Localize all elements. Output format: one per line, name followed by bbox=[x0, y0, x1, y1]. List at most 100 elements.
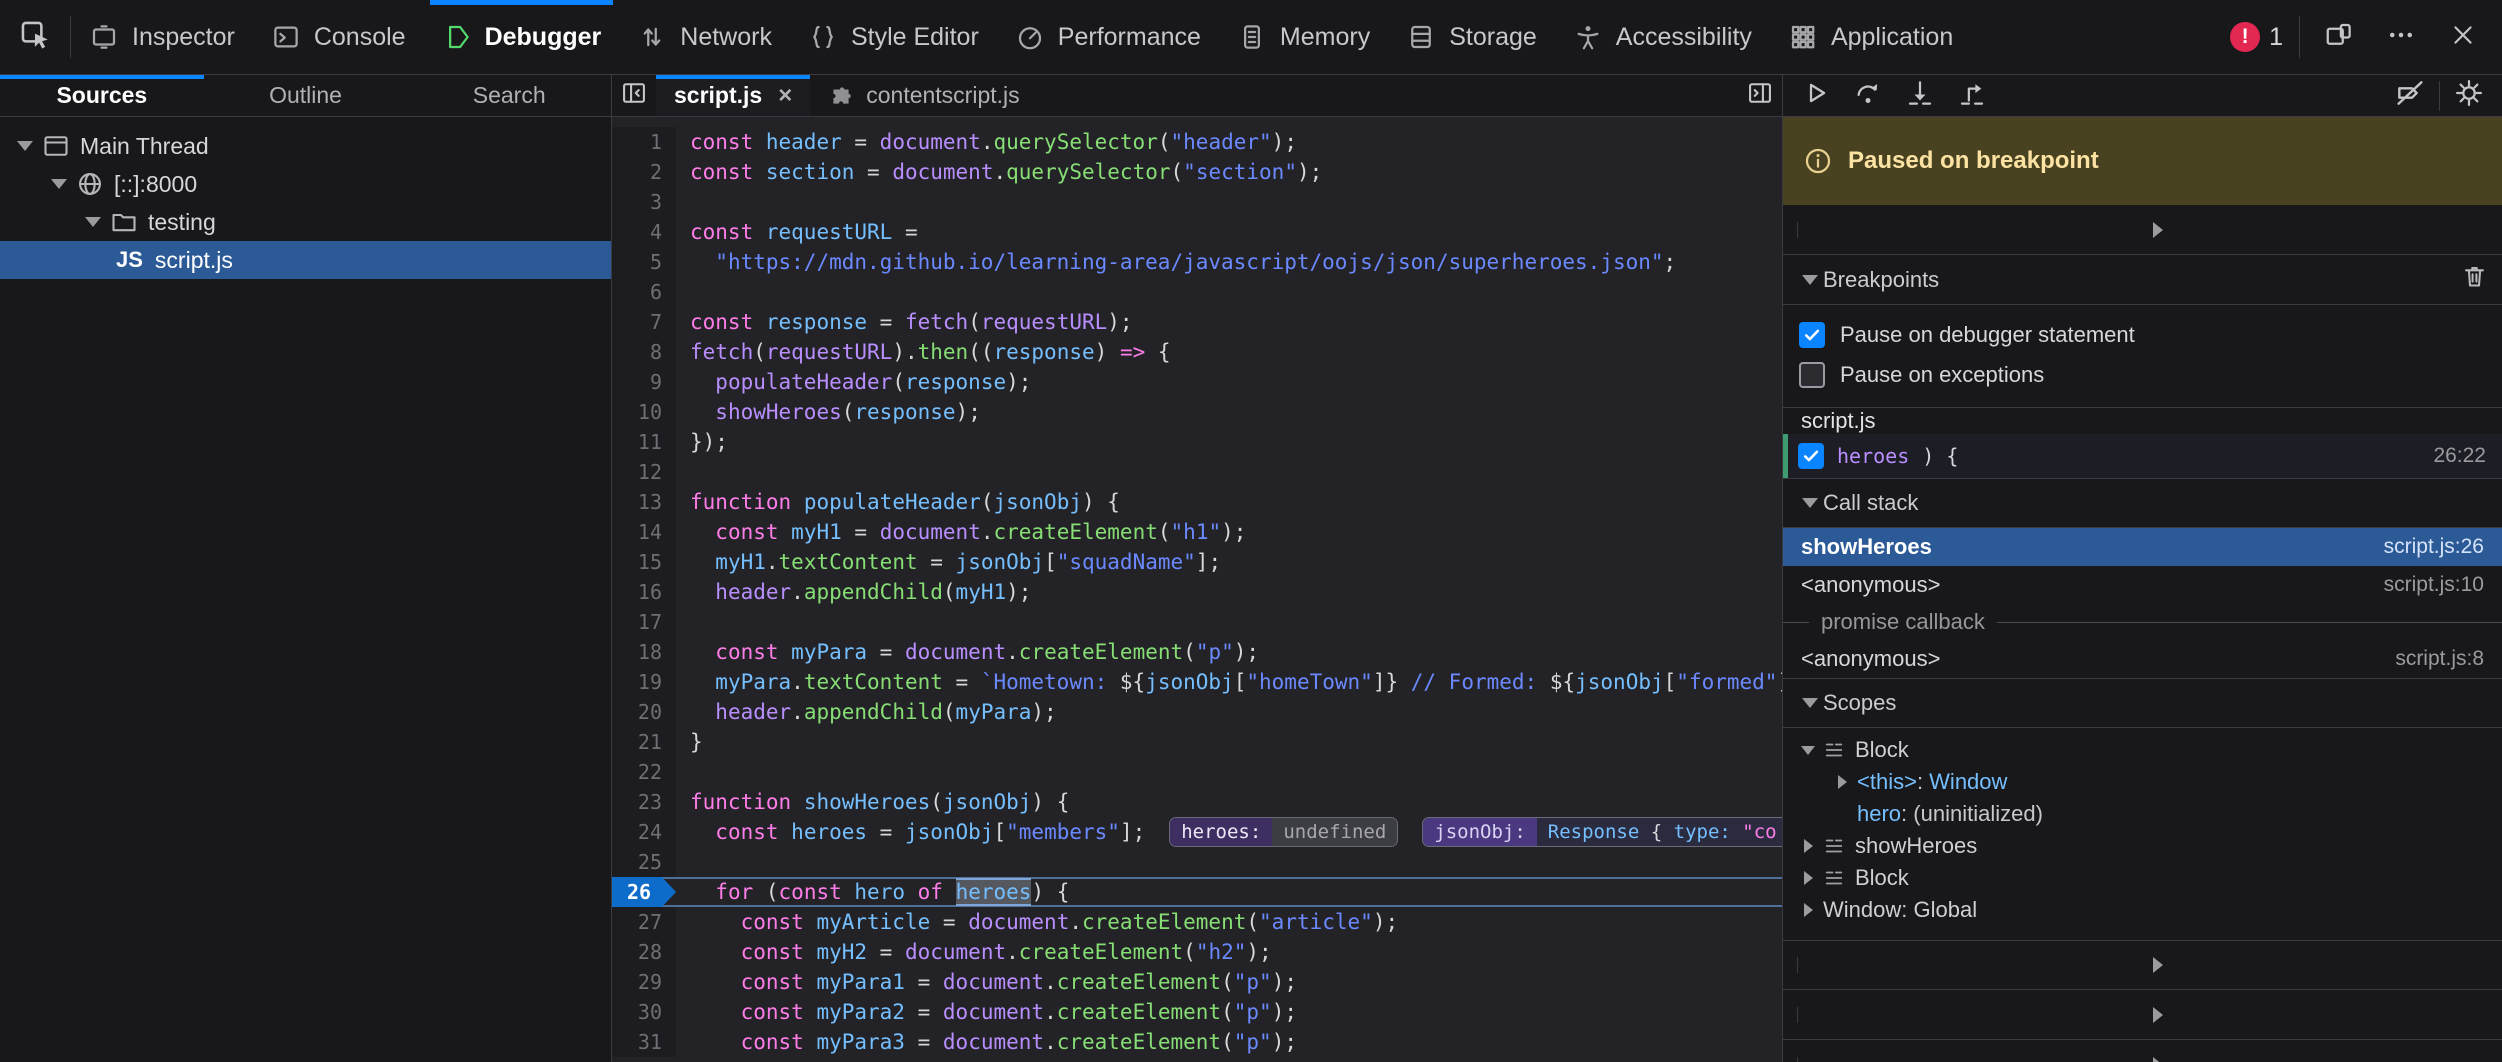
line-number[interactable]: 3 bbox=[612, 187, 676, 217]
resume-button[interactable] bbox=[1793, 77, 1839, 115]
tab-storage[interactable]: Storage bbox=[1388, 0, 1555, 74]
panel-tab-search[interactable]: Search bbox=[407, 75, 611, 116]
tab-debugger[interactable]: Debugger bbox=[424, 0, 620, 74]
line-number[interactable]: 22 bbox=[612, 757, 676, 787]
line-number[interactable]: 23 bbox=[612, 787, 676, 817]
inline-preview-pill[interactable]: heroes:undefined bbox=[1169, 817, 1398, 847]
code-token: ( bbox=[943, 580, 956, 604]
error-count-badge[interactable]: ! 1 bbox=[2230, 22, 2283, 52]
scope-node-hero[interactable]: hero: (uninitialized) bbox=[1783, 798, 2502, 830]
checkbox-checked[interactable] bbox=[1799, 322, 1825, 348]
line-number[interactable]: 8 bbox=[612, 337, 676, 367]
line-number[interactable]: 20 bbox=[612, 697, 676, 727]
tree-item-8000[interactable]: [::]:8000 bbox=[0, 165, 611, 203]
step-out-button[interactable] bbox=[1949, 77, 1995, 115]
expand-right-panel-button[interactable] bbox=[1738, 75, 1782, 116]
responsive-design-mode-button[interactable] bbox=[2316, 14, 2362, 60]
line-number[interactable]: 14 bbox=[612, 517, 676, 547]
line-number[interactable]: 6 bbox=[612, 277, 676, 307]
breakpoints-header[interactable]: Breakpoints bbox=[1783, 255, 2502, 305]
twisty-icon[interactable] bbox=[1793, 746, 1823, 755]
line-number[interactable]: 5 bbox=[612, 247, 676, 277]
line-number[interactable]: 1 bbox=[612, 127, 676, 157]
line-number[interactable]: 9 bbox=[612, 367, 676, 397]
twisty-icon[interactable] bbox=[80, 217, 106, 227]
checkbox-unchecked[interactable] bbox=[1799, 362, 1825, 388]
code-token: ( bbox=[1246, 910, 1259, 934]
line-number[interactable]: 12 bbox=[612, 457, 676, 487]
breakpoint-item[interactable]: heroes) {26:22 bbox=[1783, 434, 2502, 478]
line-number[interactable]: 7 bbox=[612, 307, 676, 337]
call-stack-frame-showheroes[interactable]: showHeroesscript.js:26 bbox=[1783, 528, 2502, 566]
twisty-icon[interactable] bbox=[1827, 775, 1857, 789]
line-number[interactable]: 27 bbox=[612, 907, 676, 937]
option-pause-on-exceptions[interactable]: Pause on exceptions bbox=[1783, 355, 2502, 395]
meatball-menu-button[interactable] bbox=[2378, 14, 2424, 60]
tab-style-editor[interactable]: Style Editor bbox=[790, 0, 997, 74]
line-number[interactable]: 29 bbox=[612, 967, 676, 997]
close-devtools-button[interactable] bbox=[2440, 14, 2486, 60]
inline-preview-pill[interactable]: jsonObj:Response { type: "co bbox=[1422, 817, 1782, 847]
editor-tab-contentscript-js[interactable]: contentscript.js bbox=[810, 75, 1037, 116]
disable-breakpoints-button[interactable] bbox=[2387, 77, 2433, 115]
debugger-settings-button[interactable] bbox=[2446, 77, 2492, 115]
line-number[interactable]: 16 bbox=[612, 577, 676, 607]
panel-tab-sources[interactable]: Sources bbox=[0, 75, 204, 116]
tree-item-main-thread[interactable]: Main Thread bbox=[0, 127, 611, 165]
line-number[interactable]: 28 bbox=[612, 937, 676, 967]
tab-application[interactable]: Application bbox=[1770, 0, 1971, 74]
option-pause-on-debugger-statement[interactable]: Pause on debugger statement bbox=[1783, 315, 2502, 355]
scope-node-showheroes[interactable]: showHeroes bbox=[1783, 830, 2502, 862]
line-number[interactable]: 25 bbox=[612, 847, 676, 877]
scope-node-block[interactable]: Block bbox=[1783, 734, 2502, 766]
twisty-icon[interactable] bbox=[1793, 903, 1823, 917]
close-tab-icon[interactable]: × bbox=[778, 82, 792, 110]
line-number[interactable]: 30 bbox=[612, 997, 676, 1027]
twisty-icon[interactable] bbox=[1793, 839, 1823, 853]
dom-mutation-breakpoints-header[interactable]: DOM Mutation Breakpoints bbox=[1783, 1040, 2502, 1062]
editor-tab-script-js[interactable]: script.js× bbox=[656, 75, 810, 116]
twisty-icon[interactable] bbox=[12, 141, 38, 151]
tab-memory[interactable]: Memory bbox=[1219, 0, 1388, 74]
call-stack-frame-anonymous[interactable]: <anonymous>script.js:8 bbox=[1783, 640, 2502, 678]
scope-node-window[interactable]: Window: Global bbox=[1783, 894, 2502, 926]
call-stack-header[interactable]: Call stack bbox=[1783, 478, 2502, 528]
tab-network[interactable]: Network bbox=[619, 0, 790, 74]
line-number[interactable]: 13 bbox=[612, 487, 676, 517]
panel-tab-outline[interactable]: Outline bbox=[204, 75, 408, 116]
line-number[interactable]: 17 bbox=[612, 607, 676, 637]
scope-node-this[interactable]: <this>: Window bbox=[1783, 766, 2502, 798]
paused-line-marker[interactable]: 26 bbox=[612, 877, 676, 907]
line-number[interactable]: 18 bbox=[612, 637, 676, 667]
watch-expressions-header[interactable]: Watch expressions bbox=[1783, 205, 2502, 255]
line-number[interactable]: 10 bbox=[612, 397, 676, 427]
breakpoint-checkbox[interactable] bbox=[1798, 443, 1824, 469]
line-number[interactable]: 15 bbox=[612, 547, 676, 577]
event-listener-breakpoints-header[interactable]: Event Listener Breakpoints Log bbox=[1783, 990, 2502, 1040]
line-number[interactable]: 31 bbox=[612, 1027, 676, 1057]
tab-performance[interactable]: Performance bbox=[997, 0, 1219, 74]
tab-inspector[interactable]: Inspector bbox=[71, 0, 253, 74]
scope-node-block[interactable]: Block bbox=[1783, 862, 2502, 894]
line-number[interactable]: 19 bbox=[612, 667, 676, 697]
tree-item-script-js[interactable]: JSscript.js bbox=[0, 241, 611, 279]
element-picker-button[interactable] bbox=[0, 0, 70, 74]
remove-breakpoints-button[interactable] bbox=[2461, 263, 2488, 296]
tree-item-testing[interactable]: testing bbox=[0, 203, 611, 241]
call-stack-frame-anonymous[interactable]: <anonymous>script.js:10 bbox=[1783, 566, 2502, 604]
tab-accessibility[interactable]: Accessibility bbox=[1555, 0, 1770, 74]
line-number[interactable]: 24 bbox=[612, 817, 676, 847]
line-number[interactable]: 21 bbox=[612, 727, 676, 757]
step-in-button[interactable] bbox=[1897, 77, 1943, 115]
line-number[interactable]: 2 bbox=[612, 157, 676, 187]
scopes-header[interactable]: Scopes bbox=[1783, 678, 2502, 728]
xhr-breakpoints-header[interactable]: XHR Breakpoints bbox=[1783, 940, 2502, 990]
collapse-sources-panel-button[interactable] bbox=[612, 75, 656, 116]
code-token: ( bbox=[1158, 520, 1171, 544]
line-number[interactable]: 4 bbox=[612, 217, 676, 247]
step-over-button[interactable] bbox=[1845, 77, 1891, 115]
twisty-icon[interactable] bbox=[46, 179, 72, 189]
twisty-icon[interactable] bbox=[1793, 871, 1823, 885]
tab-console[interactable]: Console bbox=[253, 0, 424, 74]
line-number[interactable]: 11 bbox=[612, 427, 676, 457]
